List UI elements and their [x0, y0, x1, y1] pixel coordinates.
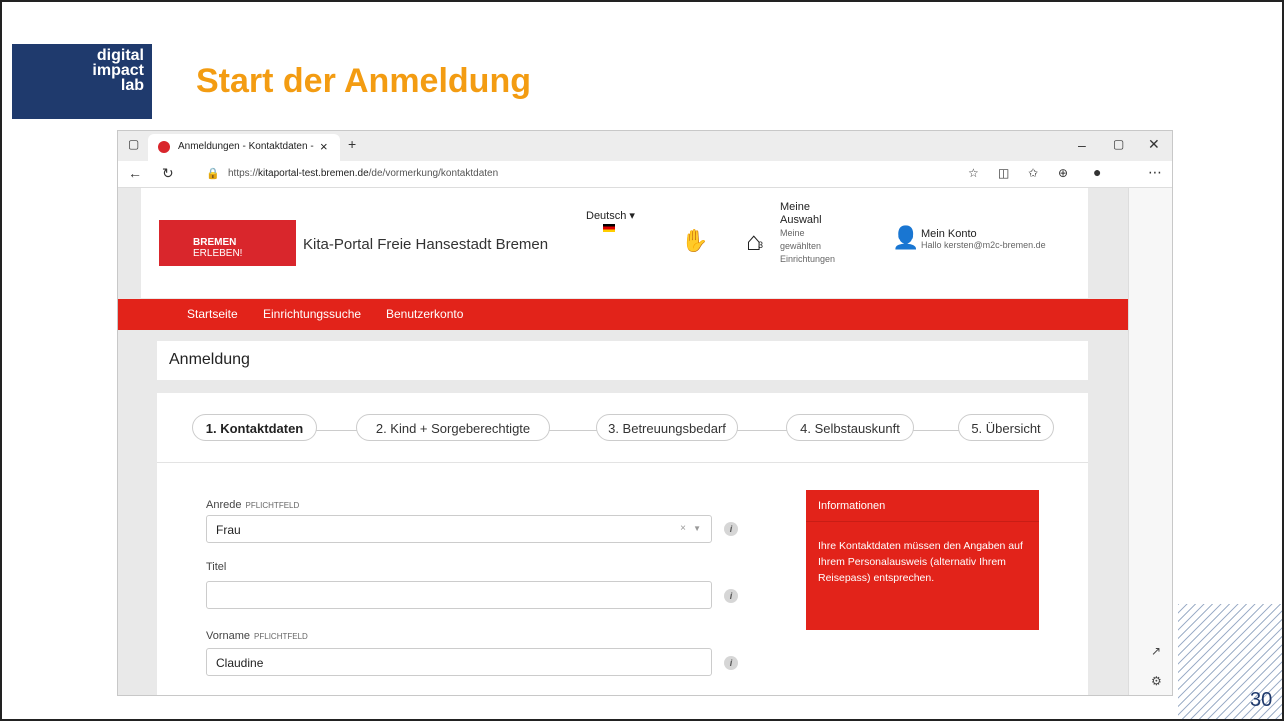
- site-header: BREMEN ERLEBEN! Kita-Portal Freie Hanses…: [141, 188, 1088, 298]
- titel-field[interactable]: [206, 581, 712, 609]
- collections-icon[interactable]: ⊕: [1058, 166, 1068, 180]
- info-icon[interactable]: i: [724, 522, 738, 536]
- tab-title: Anmeldungen - Kontaktdaten -: [178, 141, 314, 152]
- info-icon[interactable]: i: [724, 589, 738, 603]
- lock-icon: 🔒: [206, 168, 220, 180]
- vorname-field[interactable]: Claudine: [206, 648, 712, 676]
- close-icon[interactable]: ✕: [1148, 136, 1160, 153]
- restore-icon[interactable]: ▢: [1113, 137, 1124, 151]
- url-input[interactable]: 🔒 https://kitaportal-test.bremen.de/de/v…: [198, 165, 958, 184]
- minimize-icon[interactable]: –: [1078, 137, 1086, 153]
- page-title: Anmeldung: [169, 351, 250, 368]
- user-icon[interactable]: 👤: [892, 225, 919, 251]
- heading-card: Anmeldung: [157, 341, 1088, 380]
- browser-tab[interactable]: Anmeldungen - Kontaktdaten - ×: [148, 134, 340, 161]
- step-kind-sorgeberechtigte[interactable]: 2. Kind + Sorgeberechtigte: [356, 414, 550, 441]
- step-betreuungsbedarf[interactable]: 3. Betreuungsbedarf: [596, 414, 738, 441]
- required-tag: PFLICHTFELD: [254, 632, 308, 641]
- slide-title: Start der Anmeldung: [196, 62, 531, 100]
- meine-auswahl-link[interactable]: Meine Auswahl Meine gewählten Einrichtun…: [780, 201, 835, 266]
- step-uebersicht[interactable]: 5. Übersicht: [958, 414, 1054, 441]
- mein-konto-link[interactable]: Mein Konto Hallo kersten@m2c-bremen.de: [921, 228, 1046, 250]
- sidebar-right: +: [1128, 188, 1172, 695]
- split-screen-icon[interactable]: ◫: [998, 166, 1009, 180]
- vorname-label: Vorname PFLICHTFELD: [206, 630, 308, 642]
- tab-bar: ▢ Anmeldungen - Kontaktdaten - × + – ▢ ✕: [118, 131, 1172, 161]
- site-favicon-icon: [158, 141, 170, 153]
- nav-startseite[interactable]: Startseite: [187, 307, 238, 321]
- profile-icon[interactable]: ●: [1093, 164, 1101, 180]
- house-icon[interactable]: ⌂ 3: [746, 226, 763, 257]
- nav-benutzerkonto[interactable]: Benutzerkonto: [386, 307, 463, 321]
- clear-icon[interactable]: ×: [680, 523, 686, 534]
- star-icon[interactable]: ☆: [968, 166, 979, 180]
- titel-label: Titel: [206, 561, 227, 573]
- language-select[interactable]: Deutsch ▾: [586, 209, 635, 222]
- divider: [157, 462, 1088, 463]
- chevron-down-icon[interactable]: ▼: [693, 524, 701, 533]
- sign-language-icon[interactable]: ✋: [681, 228, 708, 254]
- info-box-title: Informationen: [806, 490, 1039, 522]
- info-icon[interactable]: i: [724, 656, 738, 670]
- main-nav: Startseite Einrichtungssuche Benutzerkon…: [118, 299, 1128, 330]
- anrede-label: Anrede PFLICHTFELD: [206, 499, 300, 511]
- favorites-icon[interactable]: ✩: [1028, 166, 1038, 180]
- digital-impact-lab-logo: digital impact lab: [12, 44, 152, 119]
- info-box: Informationen Ihre Kontaktdaten müssen d…: [806, 490, 1039, 630]
- portal-title: Kita-Portal Freie Hansestadt Bremen: [303, 236, 549, 253]
- step-selbstauskunft[interactable]: 4. Selbstauskunft: [786, 414, 914, 441]
- back-arrow-icon[interactable]: ←: [128, 165, 142, 181]
- refresh-icon[interactable]: ↻: [162, 165, 174, 182]
- nav-einrichtungssuche[interactable]: Einrichtungssuche: [263, 307, 361, 321]
- gear-icon[interactable]: ⚙: [1151, 674, 1162, 688]
- plus-icon[interactable]: +: [348, 136, 356, 152]
- slide: digital impact lab Start der Anmeldung ▢…: [0, 0, 1284, 721]
- external-link-icon[interactable]: ↗: [1151, 644, 1161, 658]
- more-icon[interactable]: ⋯: [1148, 164, 1162, 181]
- info-box-text: Ihre Kontaktdaten müssen den Angaben auf…: [818, 540, 1023, 584]
- url-host: kitaportal-test.bremen.de: [258, 168, 369, 179]
- step-kontaktdaten[interactable]: 1. Kontaktdaten: [192, 414, 317, 441]
- bremen-logo[interactable]: BREMEN ERLEBEN!: [159, 220, 296, 266]
- tab-actions-icon[interactable]: ▢: [128, 137, 139, 151]
- close-tab-icon[interactable]: ×: [320, 139, 328, 154]
- page-number: 30: [1250, 689, 1273, 711]
- german-flag-icon: [603, 224, 615, 232]
- required-tag: PFLICHTFELD: [245, 501, 300, 510]
- form-card: 1. Kontaktdaten 2. Kind + Sorgeberechtig…: [157, 393, 1088, 695]
- anrede-select[interactable]: Frau × ▼: [206, 515, 712, 543]
- address-bar: ← ↻ 🔒 https://kitaportal-test.bremen.de/…: [118, 161, 1172, 188]
- page-content: BREMEN ERLEBEN! Kita-Portal Freie Hanses…: [118, 188, 1128, 695]
- browser-window: ▢ Anmeldungen - Kontaktdaten - × + – ▢ ✕…: [117, 130, 1173, 696]
